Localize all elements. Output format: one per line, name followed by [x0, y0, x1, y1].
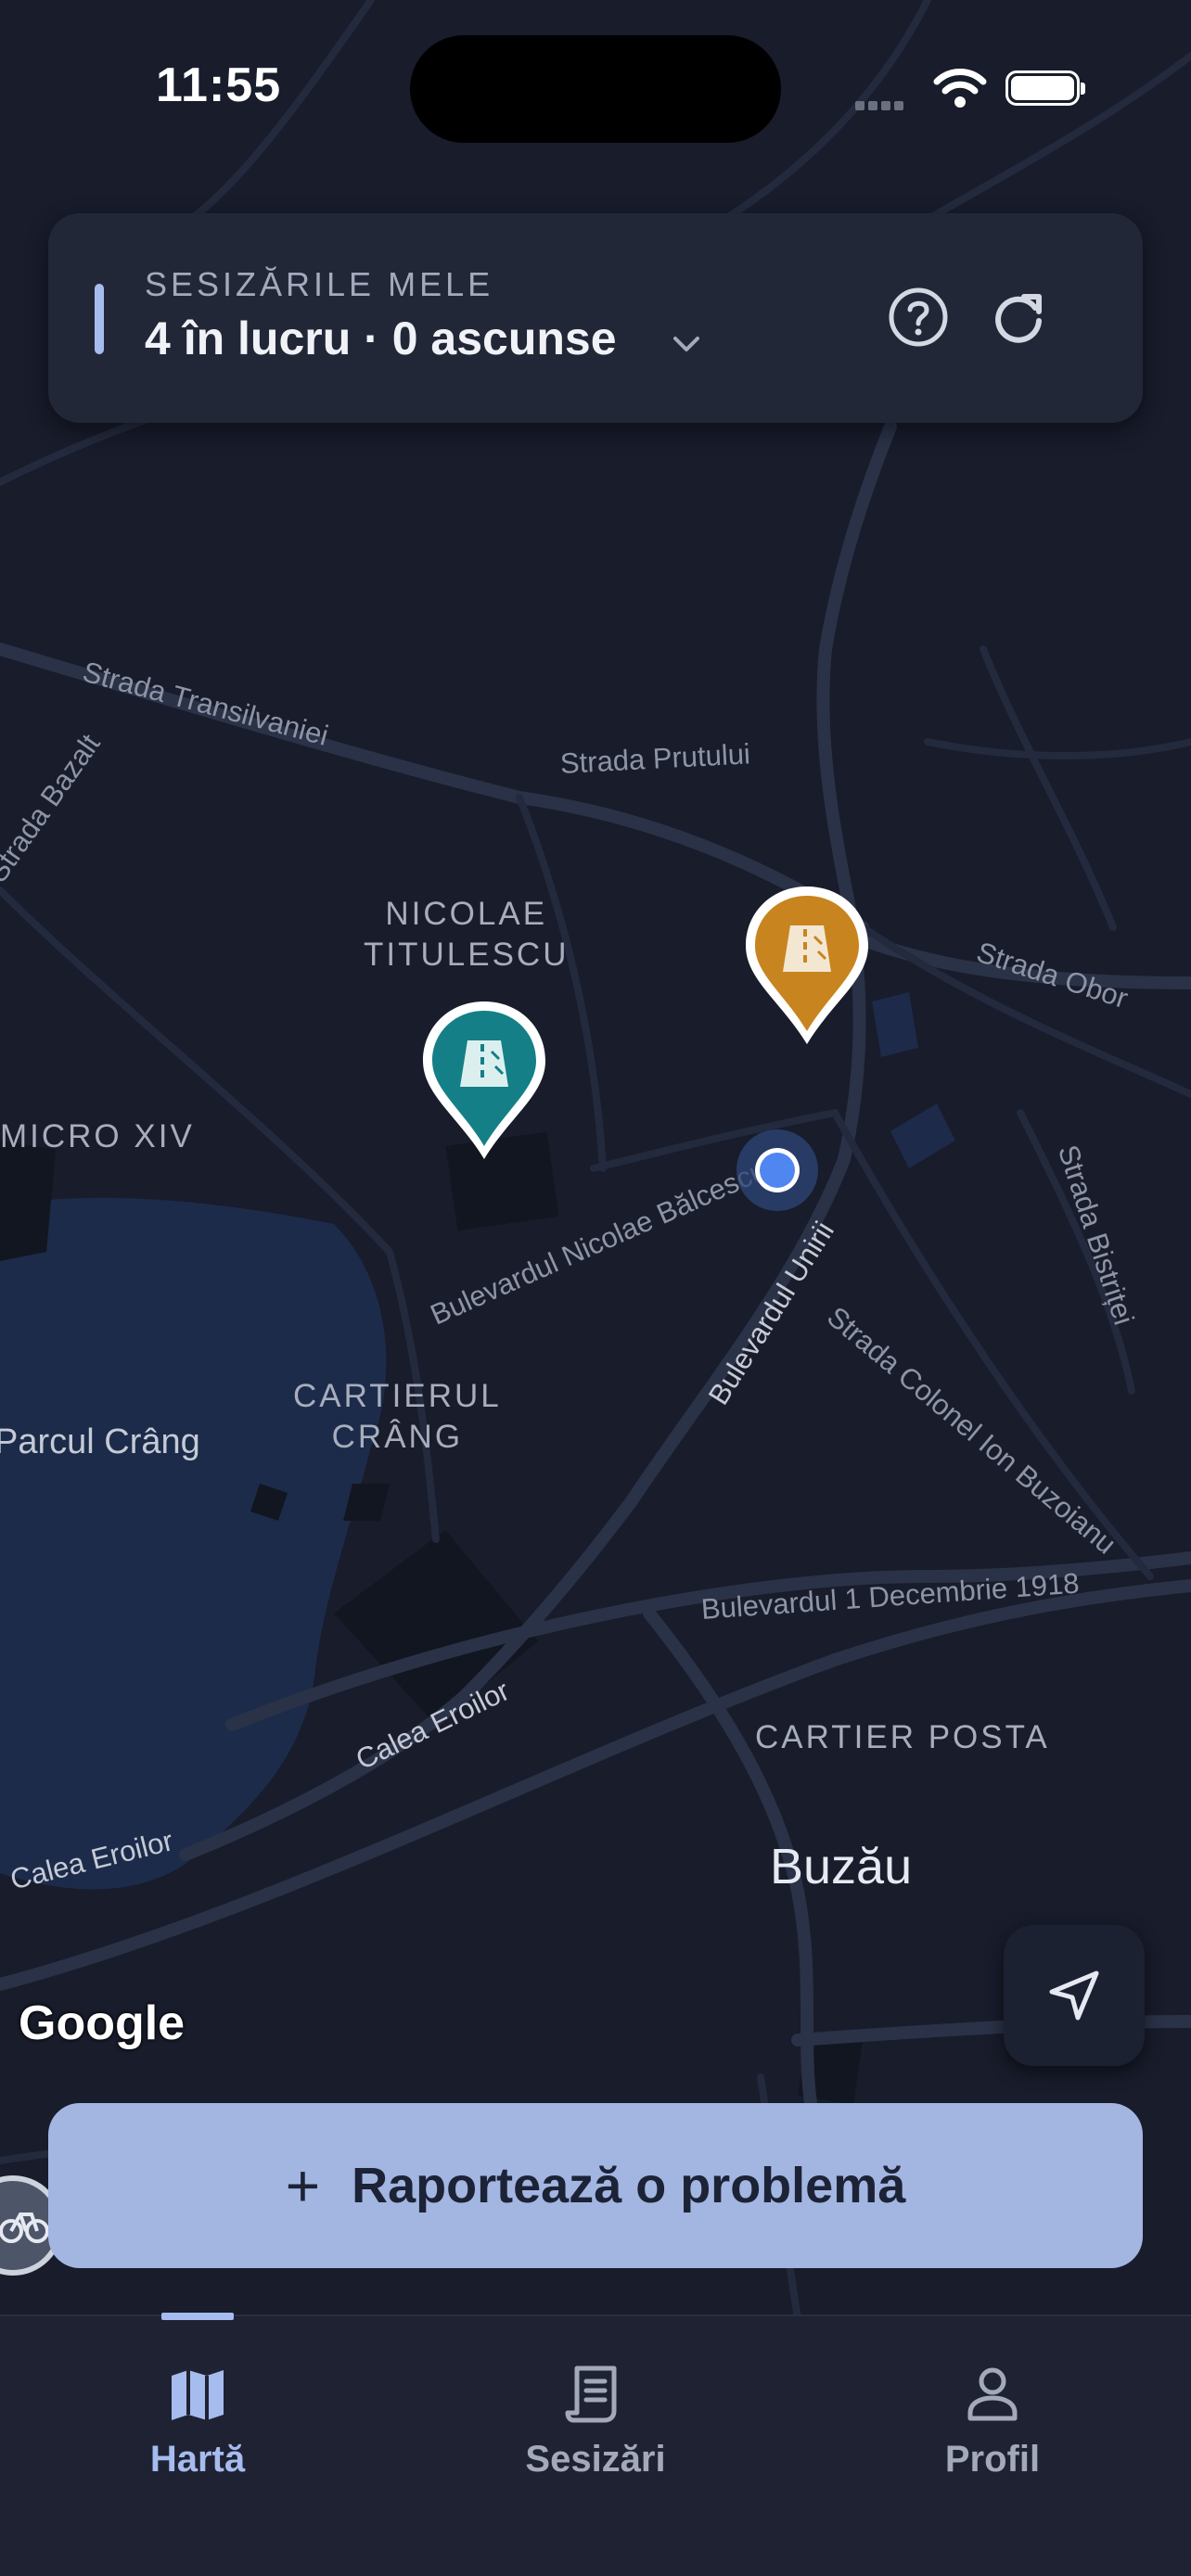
refresh-icon	[995, 294, 1042, 343]
district-label: CARTIER POSTA	[755, 1719, 1050, 1755]
report-pin-teal[interactable]	[417, 998, 551, 1163]
nav-label: Sesizări	[525, 2439, 666, 2480]
user-location-dot	[736, 1129, 818, 1211]
refresh-button[interactable]	[980, 278, 1057, 356]
person-icon	[967, 2367, 1018, 2421]
road-icon	[783, 925, 831, 972]
document-icon	[565, 2366, 617, 2423]
status-time: 11:55	[156, 58, 282, 112]
map-icon	[172, 2370, 224, 2420]
active-tab-indicator	[161, 2313, 234, 2320]
cellular-signal-icon	[855, 98, 907, 115]
my-reports-card[interactable]: SESIZĂRILE MELE 4 în lucru · 0 ascunse	[48, 213, 1143, 423]
dynamic-island	[410, 35, 781, 143]
reports-summary[interactable]: 4 în lucru · 0 ascunse	[145, 312, 617, 365]
road-icon	[460, 1040, 508, 1087]
nav-item-profile[interactable]: Profil	[853, 2316, 1132, 2502]
report-problem-label: Raportează o problemă	[352, 2158, 906, 2213]
navigation-arrow-icon	[1049, 1970, 1099, 2021]
report-problem-button[interactable]: + Raportează o problemă	[48, 2103, 1143, 2268]
report-pin-orange[interactable]	[740, 883, 874, 1048]
my-location-button[interactable]	[1004, 1925, 1145, 2066]
help-button[interactable]	[879, 278, 957, 356]
accent-bar	[95, 284, 104, 354]
district-label: CARTIERUL CRÂNG	[293, 1378, 502, 1455]
question-circle-icon	[889, 287, 948, 347]
bottom-navigation: Hartă Sesizări Profil	[0, 2315, 1191, 2576]
city-label: Buzău	[770, 1839, 913, 1894]
nav-label: Profil	[944, 2439, 1041, 2480]
chevron-down-icon[interactable]	[670, 330, 703, 358]
nav-item-map[interactable]: Hartă	[58, 2316, 337, 2502]
wifi-icon	[933, 69, 987, 108]
district-label: NICOLAE TITULESCU	[364, 896, 570, 973]
nav-item-reports[interactable]: Sesizări	[456, 2316, 735, 2502]
district-label: MICRO XIV	[0, 1118, 195, 1154]
park-label: Parcul Crâng	[0, 1422, 200, 1461]
battery-icon	[1005, 70, 1085, 106]
plus-icon: +	[285, 2152, 321, 2219]
nav-label: Hartă	[149, 2439, 246, 2480]
google-attribution: Google	[19, 1996, 186, 2050]
card-eyebrow: SESIZĂRILE MELE	[145, 265, 494, 303]
app-screen: Strada Transilvaniei Strada Bazalt Strad…	[0, 0, 1191, 2576]
